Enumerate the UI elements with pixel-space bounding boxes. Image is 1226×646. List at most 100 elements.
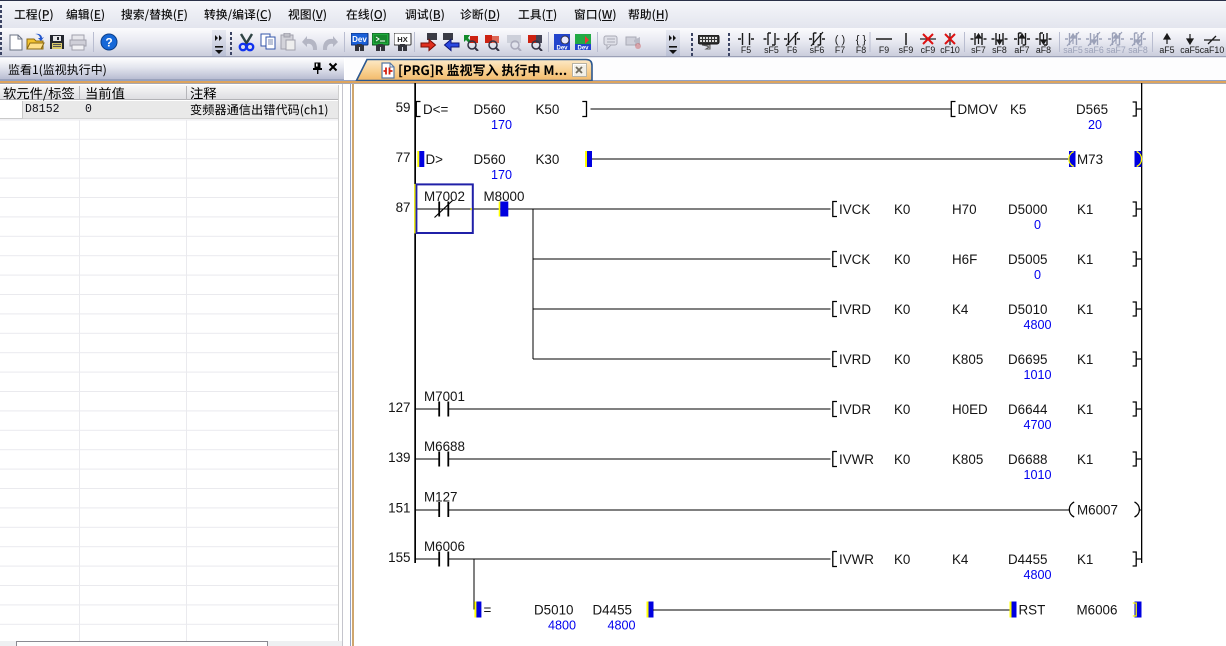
svg-text:K1: K1	[1077, 202, 1093, 217]
svg-text:4800: 4800	[548, 619, 576, 633]
svg-text:170: 170	[491, 168, 512, 182]
svg-text:4800: 4800	[607, 619, 635, 633]
svg-text:D565: D565	[1076, 102, 1108, 117]
svg-text:87: 87	[396, 200, 411, 215]
svg-text:sF8: sF8	[992, 45, 1007, 55]
svg-text:Dev: Dev	[352, 35, 367, 44]
svg-text:4800: 4800	[1023, 318, 1051, 332]
svg-text:D560: D560	[474, 152, 506, 167]
svg-text:M7001: M7001	[424, 389, 465, 404]
svg-text:M73: M73	[1077, 152, 1103, 167]
svg-text:139: 139	[388, 450, 410, 465]
svg-text:59: 59	[396, 100, 411, 115]
svg-text:K0: K0	[894, 352, 910, 367]
svg-text:F5: F5	[741, 45, 751, 55]
svg-text:D5010: D5010	[534, 603, 573, 618]
svg-text:K0: K0	[894, 452, 910, 467]
svg-text:K1: K1	[1077, 302, 1093, 317]
svg-text:=: =	[484, 603, 492, 618]
svg-text:4800: 4800	[1023, 568, 1051, 582]
svg-text:D>: D>	[426, 152, 444, 167]
svg-text:K30: K30	[536, 152, 560, 167]
svg-text:D4455: D4455	[593, 603, 632, 618]
svg-text:saF7: saF7	[1106, 45, 1126, 55]
svg-text:0: 0	[1034, 268, 1041, 282]
svg-text:K1: K1	[1077, 452, 1093, 467]
svg-text:K0: K0	[894, 402, 910, 417]
svg-text:H6F: H6F	[952, 252, 977, 267]
svg-text:F6: F6	[787, 45, 797, 55]
svg-text:caF10: caF10	[1200, 45, 1225, 55]
svg-text:K4: K4	[952, 552, 969, 567]
svg-text:170: 170	[491, 118, 512, 132]
svg-text:1010: 1010	[1023, 468, 1051, 482]
svg-text:Dev: Dev	[577, 46, 589, 52]
svg-text:IVDR: IVDR	[839, 402, 871, 417]
svg-text:D4455: D4455	[1008, 552, 1047, 567]
svg-text:D6695: D6695	[1008, 352, 1047, 367]
svg-text:caF5: caF5	[1180, 45, 1200, 55]
svg-text:77: 77	[396, 150, 411, 165]
svg-text:F7: F7	[835, 45, 845, 55]
svg-text:F8: F8	[856, 45, 866, 55]
svg-text:K1: K1	[1077, 252, 1093, 267]
svg-text:0: 0	[1034, 218, 1041, 232]
svg-text:K0: K0	[894, 302, 910, 317]
svg-text:M6006: M6006	[424, 539, 465, 554]
svg-text:IVCK: IVCK	[839, 202, 870, 217]
svg-text:saF5: saF5	[1063, 45, 1083, 55]
svg-text:D6688: D6688	[1008, 452, 1047, 467]
svg-text:saF8: saF8	[1128, 45, 1148, 55]
svg-text:1010: 1010	[1023, 368, 1051, 382]
svg-text:151: 151	[388, 501, 410, 516]
svg-text:K1: K1	[1077, 352, 1093, 367]
svg-text:M6007: M6007	[1077, 503, 1118, 518]
svg-text:cF10: cF10	[940, 45, 960, 55]
svg-text:D5005: D5005	[1008, 252, 1047, 267]
svg-text:M6006: M6006	[1077, 603, 1118, 618]
svg-text:IVWR: IVWR	[839, 552, 874, 567]
svg-text:20: 20	[1088, 118, 1102, 132]
svg-text:aF7: aF7	[1014, 45, 1029, 55]
svg-text:IVRD: IVRD	[839, 352, 871, 367]
svg-text:HX: HX	[397, 35, 407, 44]
svg-text:K0: K0	[894, 252, 910, 267]
svg-text:4700: 4700	[1023, 418, 1051, 432]
svg-text:K0: K0	[894, 202, 910, 217]
svg-text:127: 127	[388, 400, 410, 415]
svg-text:D<=: D<=	[423, 102, 448, 117]
svg-text:K805: K805	[952, 452, 983, 467]
svg-text:M127: M127	[424, 490, 458, 505]
svg-text:M7002: M7002	[424, 189, 465, 204]
svg-text:sF9: sF9	[899, 45, 914, 55]
svg-text:D5010: D5010	[1008, 302, 1047, 317]
svg-text:K0: K0	[894, 552, 910, 567]
svg-text:K5: K5	[1010, 102, 1026, 117]
svg-text:?: ?	[105, 36, 112, 50]
svg-text:H70: H70	[952, 202, 977, 217]
svg-text:M6688: M6688	[424, 439, 465, 454]
svg-text:K805: K805	[952, 352, 983, 367]
svg-text:IVCK: IVCK	[839, 252, 870, 267]
svg-text:155: 155	[388, 550, 410, 565]
svg-text:H0ED: H0ED	[952, 402, 988, 417]
svg-text:Dev: Dev	[556, 46, 568, 52]
svg-text:K1: K1	[1077, 552, 1093, 567]
svg-text:K4: K4	[952, 302, 969, 317]
svg-text:K1: K1	[1077, 402, 1093, 417]
svg-text:DMOV: DMOV	[958, 102, 998, 117]
svg-text:D6644: D6644	[1008, 402, 1048, 417]
svg-text:aF5: aF5	[1159, 45, 1174, 55]
svg-text:aF8: aF8	[1036, 45, 1051, 55]
svg-text:K50: K50	[536, 102, 560, 117]
svg-text:sF7: sF7	[971, 45, 986, 55]
svg-text:sF5: sF5	[764, 45, 779, 55]
svg-text:IVWR: IVWR	[839, 452, 874, 467]
svg-text:F9: F9	[879, 45, 889, 55]
svg-text:saF6: saF6	[1084, 45, 1104, 55]
svg-text:sF6: sF6	[810, 45, 825, 55]
svg-text:IVRD: IVRD	[839, 302, 871, 317]
svg-text:D5000: D5000	[1008, 202, 1047, 217]
svg-text:D560: D560	[474, 102, 506, 117]
svg-text:RST: RST	[1019, 603, 1046, 618]
